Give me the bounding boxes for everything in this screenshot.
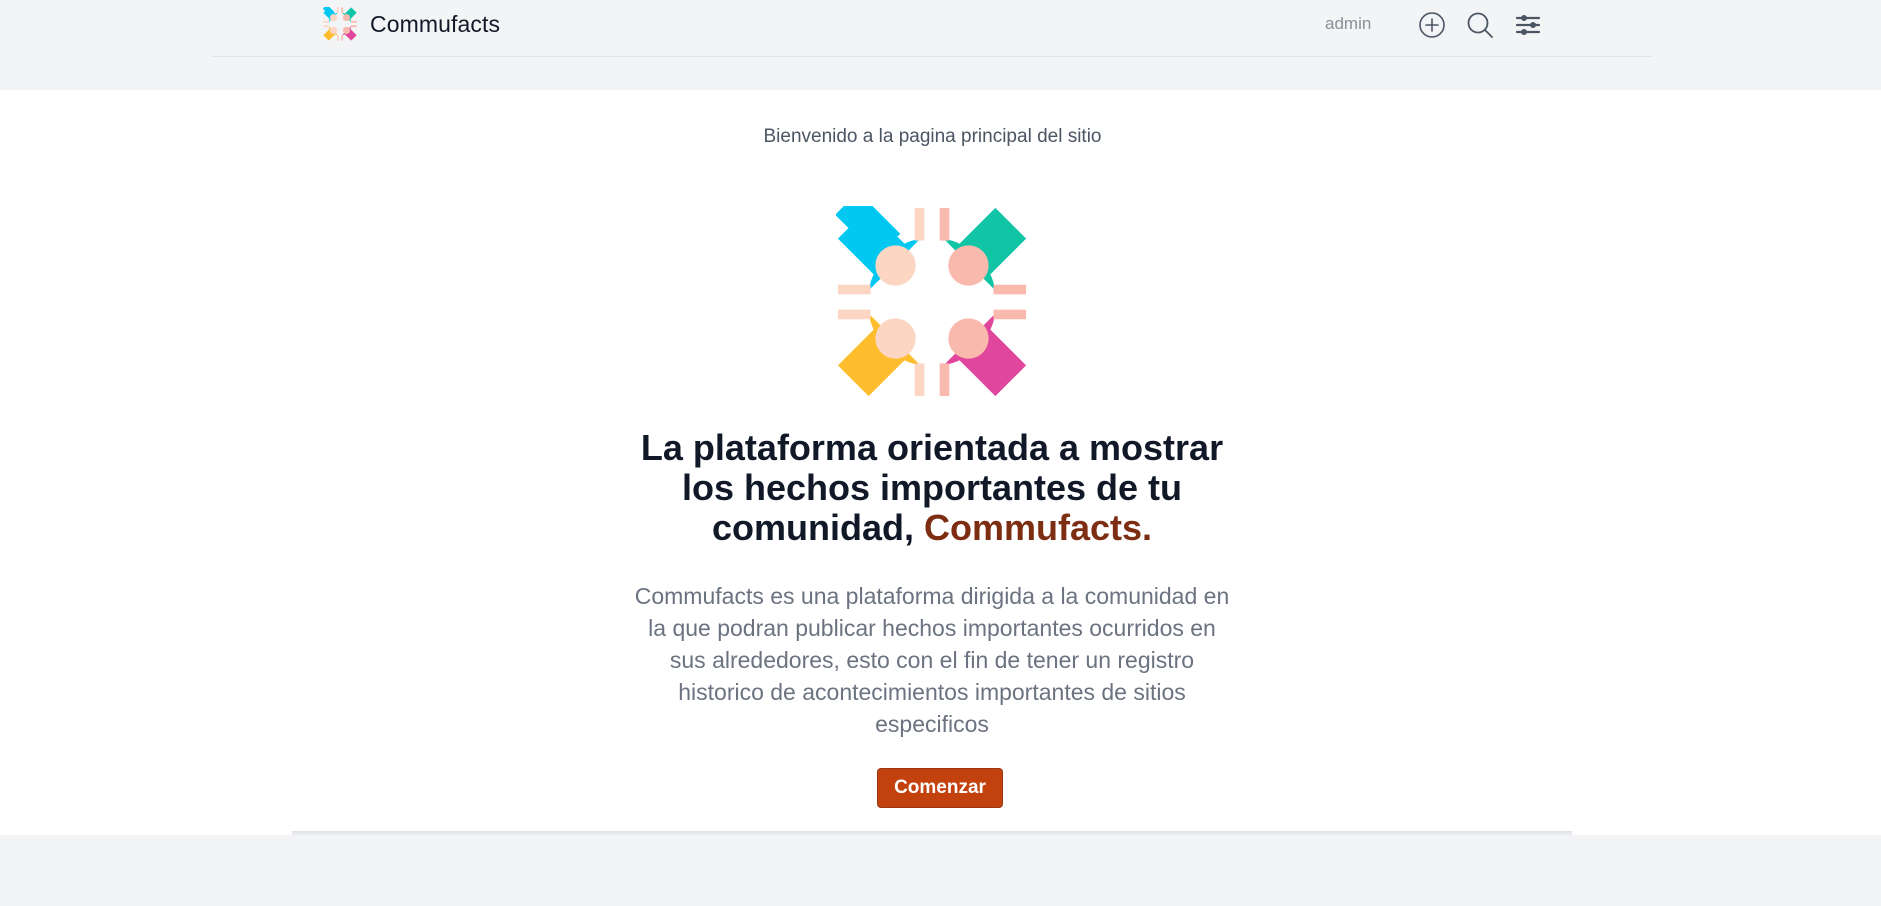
community-hero-logo-icon xyxy=(836,206,1028,398)
welcome-text: Bienvenido a la pagina principal del sit… xyxy=(763,126,1102,147)
user-menu-link[interactable]: admin xyxy=(1325,14,1371,34)
start-button[interactable]: Comenzar xyxy=(877,768,1003,808)
hero-description: Commufacts es una plataforma dirigida a … xyxy=(634,583,1230,737)
top-nav: Commufacts admin xyxy=(212,0,1652,57)
plus-circle-icon[interactable] xyxy=(1417,10,1447,40)
app-name: Commufacts xyxy=(370,10,501,37)
search-icon[interactable] xyxy=(1465,10,1495,40)
hero-section: Bienvenido a la pagina principal del sit… xyxy=(0,90,1881,835)
sliders-icon[interactable] xyxy=(1513,10,1543,40)
hero-headline: La plataforma orientada a mostrar los he… xyxy=(632,428,1232,548)
brand-link[interactable]: Commufacts xyxy=(323,7,500,41)
headline-brand-accent: Commufacts. xyxy=(923,507,1153,548)
commufacts-logo-icon xyxy=(323,7,357,41)
hero-bottom-divider xyxy=(292,831,1572,836)
